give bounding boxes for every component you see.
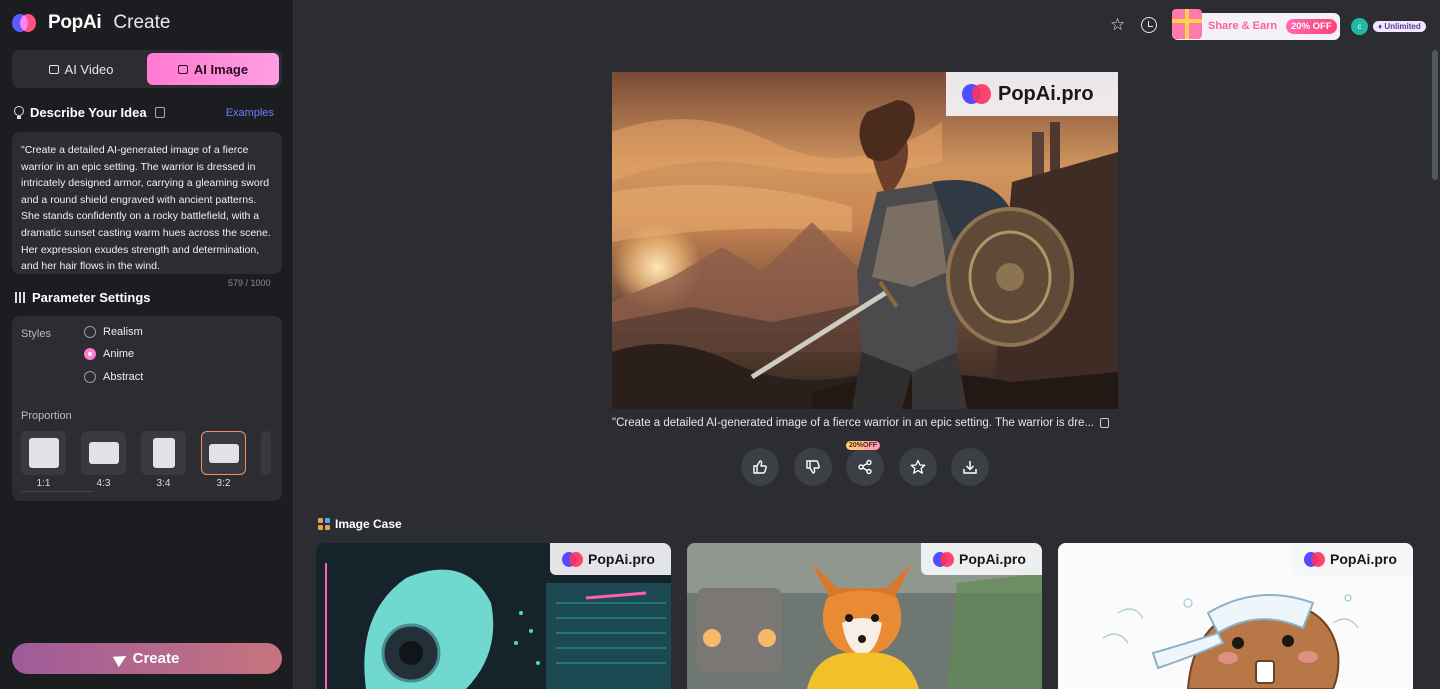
plan-badge-label: Unlimited — [1384, 22, 1421, 31]
case-card-fox[interactable]: PopAi.pro — [687, 543, 1042, 689]
dislike-button[interactable] — [794, 448, 832, 486]
tab-ai-image-label: AI Image — [193, 61, 249, 77]
square-shape-icon — [28, 438, 59, 468]
popai-logo-icon — [962, 83, 992, 105]
generated-image[interactable]: PopAi.pro — [612, 72, 1118, 409]
share-earn-button[interactable]: Share & Earn 20% OFF — [1172, 9, 1340, 40]
style-option-label: Abstract — [103, 371, 144, 383]
image-case-header: Image Case — [318, 517, 402, 531]
style-option-label: Anime — [103, 348, 135, 360]
landscape-shape-icon — [88, 442, 119, 464]
parameter-header: Parameter Settings — [14, 290, 151, 305]
examples-link[interactable]: Examples — [226, 107, 274, 119]
discount-badge: 20% OFF — [1286, 19, 1337, 34]
image-case-title: Image Case — [335, 517, 402, 531]
proportion-more[interactable] — [261, 431, 271, 475]
radio-checked-icon — [84, 348, 96, 360]
style-option-realism[interactable]: Realism — [84, 326, 143, 338]
radio-icon — [84, 326, 96, 338]
like-button[interactable] — [741, 448, 779, 486]
favorites-star-icon[interactable]: ☆ — [1110, 16, 1128, 34]
case-card-robot[interactable]: PopAi.pro — [316, 543, 671, 689]
watermark: PopAi.pro — [550, 543, 671, 575]
thumbs-up-icon — [753, 460, 767, 474]
proportion-caption: 3:2 — [216, 478, 231, 489]
download-button[interactable] — [951, 448, 989, 486]
watermark-text: PopAi.pro — [959, 551, 1026, 567]
radio-icon — [84, 371, 96, 383]
popai-logo-icon — [562, 551, 584, 567]
logo-text: PopAi — [48, 12, 102, 33]
popai-logo-icon — [12, 12, 38, 34]
gift-icon — [1172, 9, 1202, 39]
proportion-1-1[interactable] — [21, 431, 66, 475]
share-button[interactable] — [846, 448, 884, 486]
popai-logo-icon — [1304, 551, 1326, 567]
star-icon — [910, 459, 926, 474]
favorite-button[interactable] — [899, 448, 937, 486]
parameter-panel: Styles Realism Anime Abstract Proportion… — [12, 316, 282, 501]
app-logo[interactable]: PopAi Create — [12, 10, 170, 36]
proportion-3-2[interactable] — [201, 431, 246, 475]
popai-logo-icon — [933, 551, 955, 567]
style-option-label: Realism — [103, 326, 143, 338]
proportion-caption: 1:1 — [36, 478, 51, 489]
section-title: Create — [113, 12, 171, 33]
page-scrollbar[interactable] — [1432, 50, 1438, 180]
styles-label: Styles — [21, 328, 51, 340]
thumbs-down-icon — [806, 460, 820, 474]
prompt-textarea[interactable]: "Create a detailed AI-generated image of… — [12, 132, 282, 274]
caption-text: "Create a detailed AI-generated image of… — [612, 417, 1095, 429]
watermark: PopAi.pro — [946, 72, 1118, 116]
watermark: PopAi.pro — [921, 543, 1042, 575]
describe-title: Describe Your Idea — [30, 105, 147, 120]
image-caption: "Create a detailed AI-generated image of… — [612, 417, 1122, 429]
wide-shape-icon — [208, 443, 239, 463]
send-icon — [112, 650, 129, 667]
sliders-icon — [14, 292, 25, 303]
gallery-icon — [318, 518, 330, 530]
watermark-text: PopAi.pro — [998, 82, 1094, 105]
image-icon — [177, 64, 188, 74]
proportion-3-4[interactable] — [141, 431, 186, 475]
proportion-4-3[interactable] — [81, 431, 126, 475]
create-button[interactable]: Create — [12, 643, 282, 674]
share-discount-badge: 20%OFF — [846, 441, 881, 450]
tab-ai-image[interactable]: AI Image — [147, 53, 279, 85]
copy-icon[interactable] — [154, 107, 165, 118]
watermark-text: PopAi.pro — [588, 551, 655, 567]
history-icon[interactable] — [1141, 17, 1157, 33]
prompt-text: "Create a detailed AI-generated image of… — [21, 144, 271, 273]
style-option-abstract[interactable]: Abstract — [84, 371, 143, 383]
parameter-title: Parameter Settings — [32, 290, 151, 305]
case-card-beaver[interactable]: PopAi.pro — [1058, 543, 1413, 689]
watermark: PopAi.pro — [1292, 543, 1413, 575]
create-button-label: Create — [132, 650, 180, 667]
tab-ai-video[interactable]: AI Video — [15, 53, 147, 85]
tab-ai-video-label: AI Video — [64, 61, 114, 77]
mode-toggle: AI Video AI Image — [12, 50, 282, 88]
sidebar: PopAi Create AI Video AI Image Describe … — [0, 0, 294, 689]
proportion-caption: 4:3 — [96, 478, 111, 489]
portrait-shape-icon — [152, 438, 175, 468]
copy-icon[interactable] — [1100, 418, 1110, 428]
style-option-anime[interactable]: Anime — [84, 348, 134, 360]
avatar[interactable]: c — [1351, 18, 1368, 35]
download-icon — [963, 461, 977, 474]
plan-badge[interactable]: ♦ Unlimited — [1373, 21, 1426, 32]
share-icon — [858, 459, 872, 475]
proportion-label: Proportion — [21, 410, 72, 422]
proportion-scrollbar[interactable] — [21, 491, 93, 492]
proportion-caption: 3:4 — [156, 478, 171, 489]
warrior-illustration — [612, 100, 1118, 409]
share-earn-label: Share & Earn — [1208, 20, 1278, 32]
lightbulb-icon — [14, 106, 24, 119]
describe-header: Describe Your Idea Examples — [14, 105, 274, 120]
watermark-text: PopAi.pro — [1330, 551, 1397, 567]
video-icon — [48, 64, 59, 74]
char-count: 579 / 1000 — [228, 278, 271, 288]
